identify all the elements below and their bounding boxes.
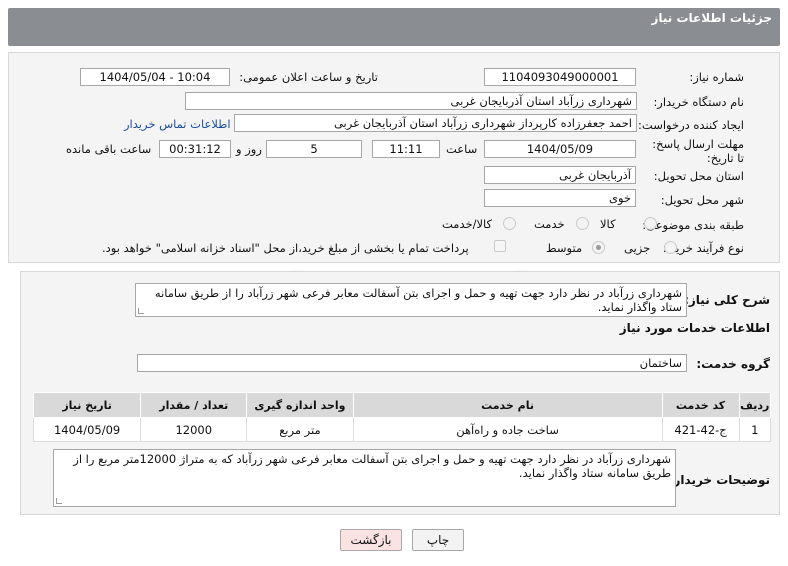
buyer-notes-textarea: شهرداری زرآباد در نظر دارد جهت تهیه و حم…: [53, 449, 676, 507]
category-option-service-radio[interactable]: [576, 217, 589, 230]
contact-info-link[interactable]: اطلاعات تماس خریدار: [124, 117, 231, 131]
print-button[interactable]: چاپ: [412, 529, 464, 551]
cell-quantity: 12000: [140, 417, 248, 442]
service-group-label: گروه خدمت:: [696, 357, 770, 371]
creator-field: احمد جعفرزاده کارپرداز شهرداری زرآباد اس…: [234, 114, 637, 132]
process-option-medium-label: متوسط: [546, 241, 583, 255]
creator-label: ایجاد کننده درخواست:: [638, 118, 744, 132]
cell-name: ساخت جاده و راه‌آهن: [352, 417, 663, 442]
process-option-minor-label: جزیی: [624, 241, 651, 255]
page-title: جزئیات اطلاعات نیاز: [651, 11, 772, 25]
days-field: 5: [266, 140, 362, 158]
deadline-label: مهلت ارسال پاسخ: تا تاریخ:: [652, 137, 744, 165]
days-label: روز و: [236, 142, 262, 156]
services-table: ردیف کد خدمت نام خدمت واحد اندازه گیری ت…: [32, 392, 772, 442]
process-option-minor-radio[interactable]: [664, 241, 677, 254]
col-header-name: نام خدمت: [352, 392, 663, 418]
announce-label: تاریخ و ساعت اعلان عمومی:: [239, 70, 378, 84]
summary-text: شهرداری زرآباد در نظر دارد جهت تهیه و حم…: [154, 286, 682, 314]
remaining-label: ساعت باقی مانده: [66, 142, 152, 156]
cell-unit: متر مربع: [246, 417, 354, 442]
remaining-time-field: 00:31:12: [159, 140, 231, 158]
province-field: آذربایجان غربی: [484, 166, 636, 184]
deadline-time-field: 11:11: [372, 140, 440, 158]
col-header-quantity: تعداد / مقدار: [140, 392, 248, 418]
category-label: طبقه بندی موضوعی:: [642, 218, 744, 232]
category-option-both-label: کالا/خدمت: [442, 217, 493, 231]
cell-code: ج-42-421: [661, 417, 740, 442]
col-header-row: ردیف: [738, 392, 772, 418]
need-number-field: 1104093049000001: [484, 68, 636, 86]
category-option-both-radio[interactable]: [503, 217, 516, 230]
treasury-payment-checkbox[interactable]: [494, 240, 506, 252]
buyer-notes-label: توضیحات خریدار:: [668, 473, 770, 487]
deadline-date-field: 1404/05/09: [484, 140, 636, 158]
resize-grip-icon[interactable]: [138, 308, 144, 314]
summary-label: شرح کلی نیاز:: [684, 293, 770, 307]
buyer-notes-text: شهرداری زرآباد در نظر دارد جهت تهیه و حم…: [73, 452, 671, 480]
need-number-label: شماره نیاز:: [689, 70, 744, 84]
cell-date: 1404/05/09: [32, 417, 142, 442]
cell-row: 1: [738, 417, 772, 442]
buyer-org-field: شهرداری زرآباد استان آذربایجان غربی: [185, 92, 637, 110]
process-option-medium-radio[interactable]: [592, 241, 605, 254]
time-label: ساعت: [446, 142, 478, 156]
buyer-org-label: نام دستگاه خریدار:: [653, 95, 744, 109]
province-label: استان محل تحویل:: [653, 169, 744, 183]
col-header-code: کد خدمت: [661, 392, 740, 418]
category-option-goods-radio[interactable]: [644, 217, 657, 230]
col-header-unit: واحد اندازه گیری: [246, 392, 354, 418]
city-field: خوی: [484, 189, 636, 207]
table-row: 1 ج-42-421 ساخت جاده و راه‌آهن متر مربع …: [32, 417, 772, 442]
service-group-field: ساختمان: [137, 354, 687, 372]
category-option-service-label: خدمت: [534, 217, 565, 231]
city-label: شهر محل تحویل:: [660, 193, 744, 207]
resize-grip-icon[interactable]: [56, 498, 62, 504]
category-option-goods-label: کالا: [600, 217, 616, 231]
treasury-payment-note: پرداخت تمام یا بخشی از مبلغ خرید،از محل …: [102, 241, 469, 255]
col-header-date: تاریخ نیاز: [32, 392, 142, 418]
announce-field: 1404/05/04 - 10:04: [80, 68, 230, 86]
services-title: اطلاعات خدمات مورد نیاز: [619, 321, 770, 335]
back-button[interactable]: بازگشت: [340, 529, 402, 551]
summary-textarea: شهرداری زرآباد در نظر دارد جهت تهیه و حم…: [135, 283, 687, 317]
